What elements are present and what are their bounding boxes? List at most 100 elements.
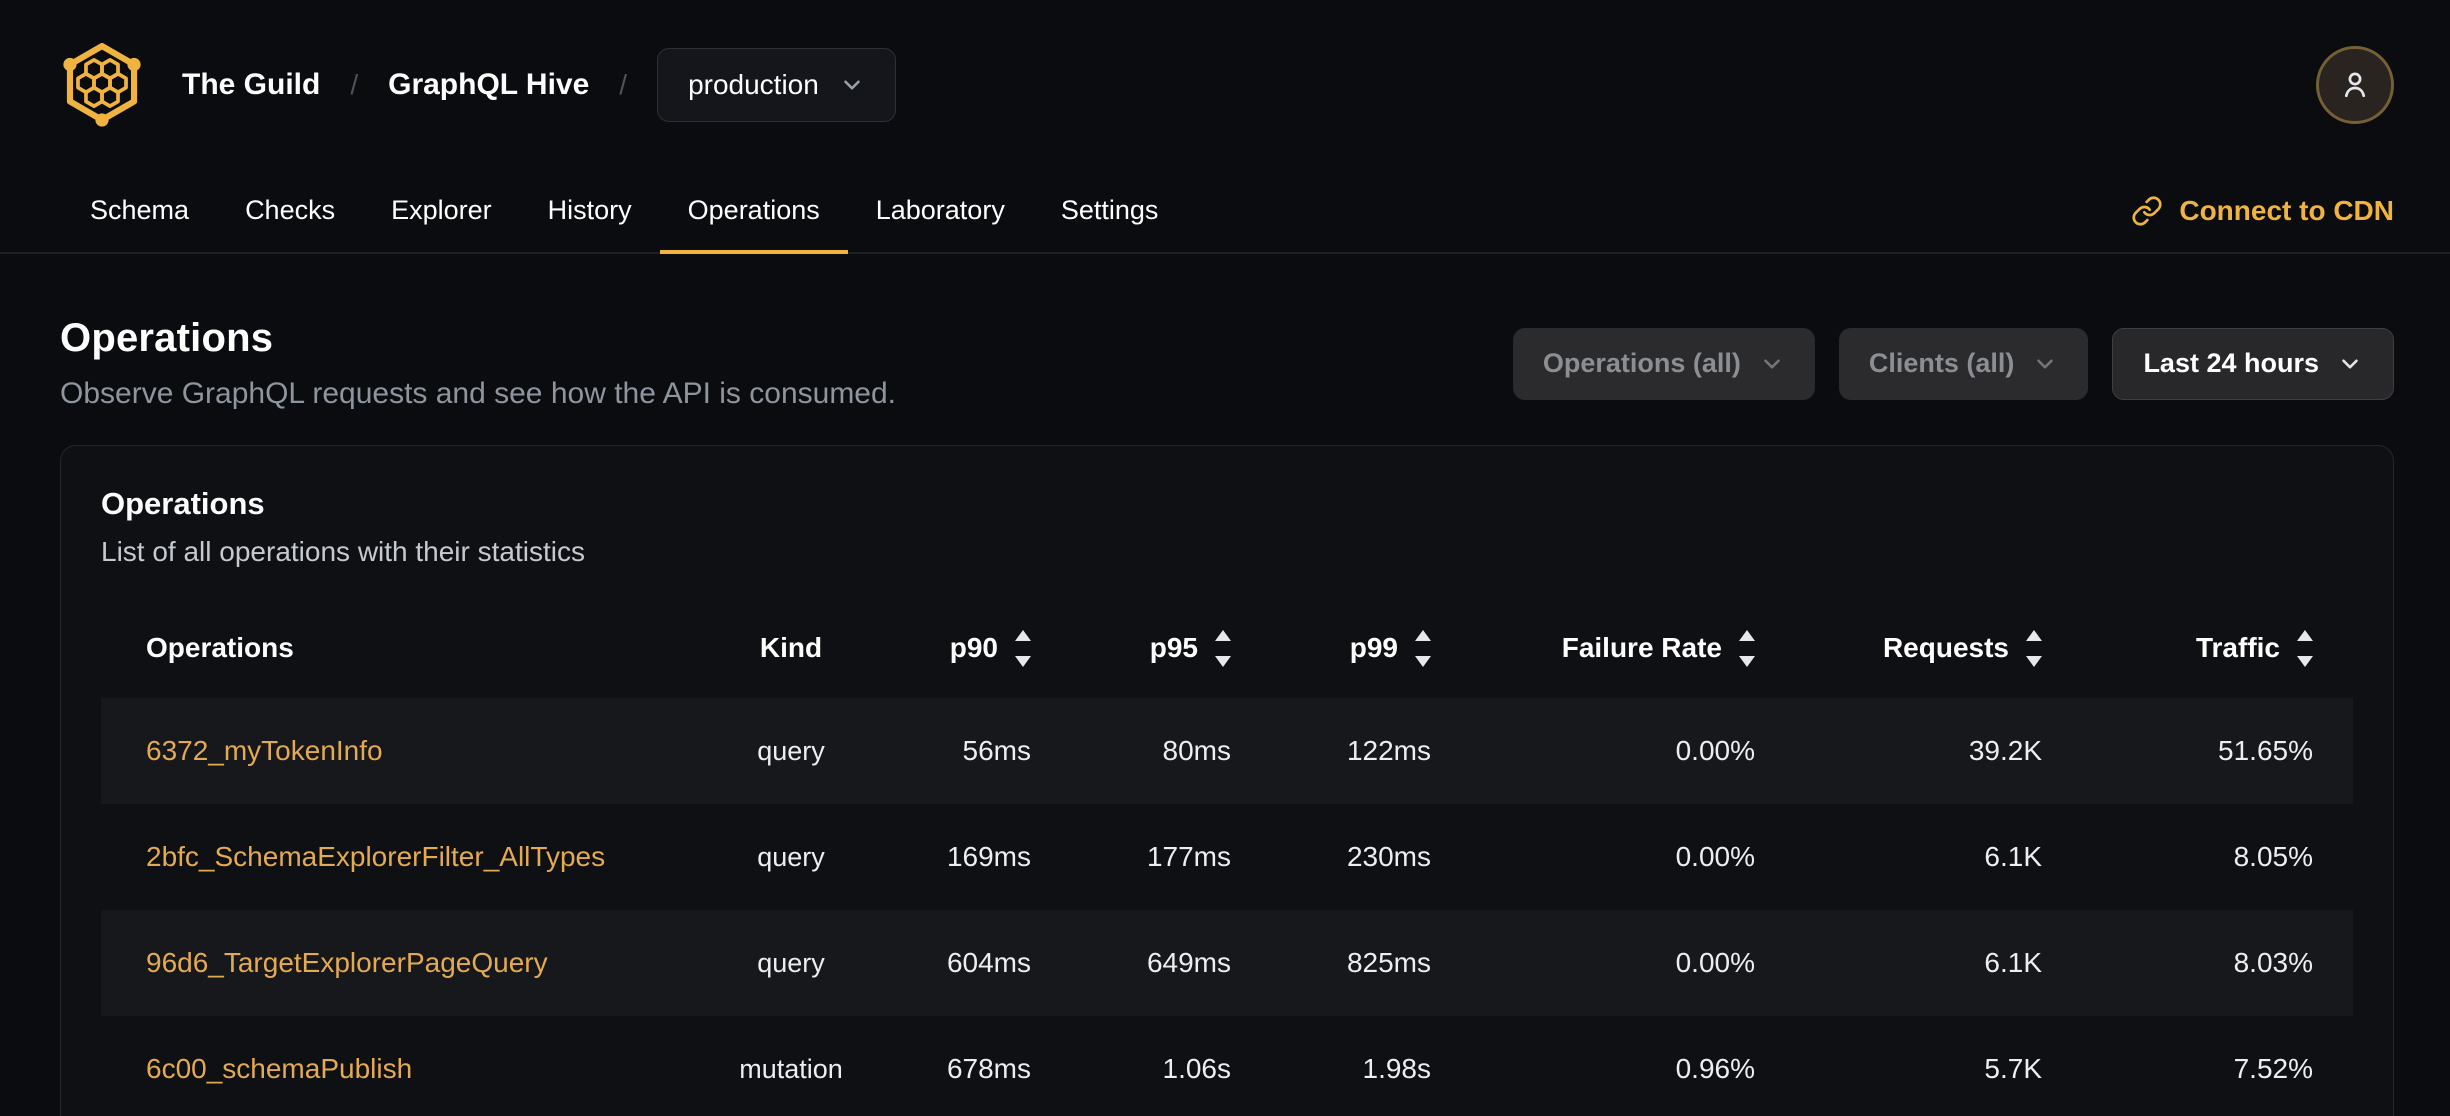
target-select-dropdown[interactable]: production bbox=[657, 48, 896, 122]
column-label: Failure Rate bbox=[1561, 632, 1722, 663]
table-column-header[interactable]: Failure Rate bbox=[1453, 629, 1777, 667]
cell-p90: 56ms bbox=[962, 735, 1031, 766]
sort-arrows-icon bbox=[1015, 629, 1031, 667]
hive-logo-icon bbox=[58, 39, 146, 132]
nav-tab[interactable]: History bbox=[520, 170, 660, 254]
nav-tab-label: Operations bbox=[687, 194, 820, 225]
breadcrumb: The Guild / GraphQL Hive / production bbox=[182, 48, 896, 122]
table-body: 6372_myTokenInfo query 56ms 80ms 122ms 0… bbox=[101, 698, 2353, 1116]
operation-link[interactable]: 6372_myTokenInfo bbox=[146, 735, 383, 766]
nav-tab-label: Checks bbox=[245, 194, 336, 225]
column-label: p95 bbox=[1149, 632, 1198, 663]
operations-table: Operations Kind p90 p95 p99 Failure Rate… bbox=[101, 598, 2353, 1116]
period-filter-dropdown[interactable]: Last 24 hours bbox=[2112, 327, 2394, 400]
user-avatar-button[interactable] bbox=[2316, 46, 2394, 124]
sort-arrows-icon bbox=[2026, 629, 2042, 667]
breadcrumb-org[interactable]: The Guild bbox=[182, 68, 320, 102]
table-column-header[interactable]: Kind bbox=[641, 632, 941, 664]
column-label: p90 bbox=[949, 632, 998, 663]
page-title-block: Operations Observe GraphQL requests and … bbox=[60, 316, 896, 411]
user-icon bbox=[2344, 72, 2366, 98]
filter-bar: Operations (all) Clients (all) Last 24 h… bbox=[1512, 327, 2394, 400]
cell-operation: 96d6_TargetExplorerPageQuery bbox=[101, 947, 641, 979]
column-label: p99 bbox=[1349, 632, 1398, 663]
cell-failure-rate: 0.00% bbox=[1675, 735, 1755, 766]
cell-operation: 6c00_schemaPublish bbox=[101, 1053, 641, 1085]
table-row: 2bfc_SchemaExplorerFilter_AllTypes query… bbox=[101, 804, 2353, 910]
cell-p90: 169ms bbox=[946, 841, 1031, 872]
cell-p99: 825ms bbox=[1346, 947, 1431, 978]
table-column-header[interactable]: Traffic bbox=[2064, 629, 2353, 667]
cell-failure-rate: 0.96% bbox=[1675, 1053, 1755, 1084]
operations-filter-label: Operations (all) bbox=[1542, 348, 1741, 378]
cell-requests: 6.1K bbox=[1984, 947, 2042, 978]
sort-asc-icon bbox=[1415, 629, 1431, 641]
target-select-value: production bbox=[688, 69, 819, 100]
nav-tab[interactable]: Checks bbox=[217, 170, 363, 254]
operation-link[interactable]: 2bfc_SchemaExplorerFilter_AllTypes bbox=[146, 841, 605, 872]
nav-tab-label: Explorer bbox=[391, 194, 492, 225]
breadcrumb-project[interactable]: GraphQL Hive bbox=[388, 68, 589, 102]
card-subtitle: List of all operations with their statis… bbox=[101, 536, 585, 567]
chevron-down-icon bbox=[1764, 358, 1780, 369]
sort-desc-icon bbox=[1415, 655, 1431, 667]
card-title: Operations bbox=[101, 486, 265, 521]
sort-desc-icon bbox=[2297, 655, 2313, 667]
chevron-down-icon bbox=[2037, 358, 2054, 369]
cell-traffic: 51.65% bbox=[2218, 735, 2313, 766]
cell-p95: 80ms bbox=[1162, 735, 1231, 766]
table-column-header[interactable]: Operations bbox=[101, 632, 641, 664]
app-header: The Guild / GraphQL Hive / production bbox=[0, 0, 2450, 170]
nav-tab[interactable]: Laboratory bbox=[848, 170, 1033, 254]
operations-filter-dropdown[interactable]: Operations (all) bbox=[1512, 327, 1815, 400]
sort-asc-icon bbox=[1015, 629, 1031, 641]
nav-tab[interactable]: Operations bbox=[659, 170, 848, 254]
table-column-header[interactable]: p99 bbox=[1253, 629, 1453, 667]
page-header: Operations Observe GraphQL requests and … bbox=[60, 316, 2394, 411]
cell-requests: 39.2K bbox=[1968, 735, 2042, 766]
cell-kind: query bbox=[757, 947, 825, 978]
clients-filter-dropdown[interactable]: Clients (all) bbox=[1838, 327, 2089, 400]
sort-arrows-icon bbox=[2297, 629, 2313, 667]
page-title: Operations bbox=[60, 316, 274, 360]
cell-kind: query bbox=[757, 841, 825, 872]
table-column-header[interactable]: Requests bbox=[1777, 629, 2064, 667]
cell-requests: 6.1K bbox=[1984, 841, 2042, 872]
connect-to-cdn-link[interactable]: Connect to CDN bbox=[2131, 170, 2394, 252]
cell-traffic: 7.52% bbox=[2233, 1053, 2313, 1084]
nav-tabs: Schema Checks Explorer History Operation… bbox=[62, 170, 1187, 254]
sort-arrows-icon bbox=[1415, 629, 1431, 667]
sort-asc-icon bbox=[1215, 629, 1231, 641]
connect-to-cdn-label: Connect to CDN bbox=[2179, 195, 2394, 226]
nav-tab[interactable]: Settings bbox=[1033, 170, 1187, 254]
nav-tab[interactable]: Explorer bbox=[363, 170, 520, 254]
table-column-header[interactable]: p95 bbox=[1053, 629, 1253, 667]
chevron-down-icon bbox=[2342, 358, 2358, 369]
operation-link[interactable]: 96d6_TargetExplorerPageQuery bbox=[146, 947, 548, 978]
clients-filter-label: Clients (all) bbox=[1868, 348, 2015, 378]
cell-requests: 5.7K bbox=[1984, 1053, 2042, 1084]
sort-desc-icon bbox=[1015, 655, 1031, 667]
nav-tab-label: Schema bbox=[90, 194, 190, 225]
hive-logo[interactable] bbox=[58, 39, 146, 132]
cell-p95: 177ms bbox=[1146, 841, 1231, 872]
cell-p99: 122ms bbox=[1346, 735, 1431, 766]
column-label: Requests bbox=[1882, 632, 2009, 663]
cell-operation: 6372_myTokenInfo bbox=[101, 735, 641, 767]
nav-tab-label: History bbox=[547, 194, 632, 225]
operation-link[interactable]: 6c00_schemaPublish bbox=[146, 1053, 412, 1084]
sort-asc-icon bbox=[2297, 629, 2313, 641]
page-subtitle: Observe GraphQL requests and see how the… bbox=[60, 377, 897, 410]
cell-kind: mutation bbox=[739, 1053, 843, 1084]
breadcrumb-separator: / bbox=[350, 69, 359, 100]
cell-operation: 2bfc_SchemaExplorerFilter_AllTypes bbox=[101, 841, 641, 873]
main-content: Operations Observe GraphQL requests and … bbox=[0, 254, 2450, 1116]
breadcrumb-separator: / bbox=[619, 69, 628, 100]
operations-card: Operations List of all operations with t… bbox=[60, 445, 2394, 1116]
table-column-header[interactable]: p90 bbox=[941, 629, 1053, 667]
sort-arrows-icon bbox=[1739, 629, 1755, 667]
sort-desc-icon bbox=[1215, 655, 1231, 667]
cell-p90: 678ms bbox=[946, 1053, 1031, 1084]
nav-tab[interactable]: Schema bbox=[62, 170, 217, 254]
column-label: Kind bbox=[759, 632, 823, 663]
